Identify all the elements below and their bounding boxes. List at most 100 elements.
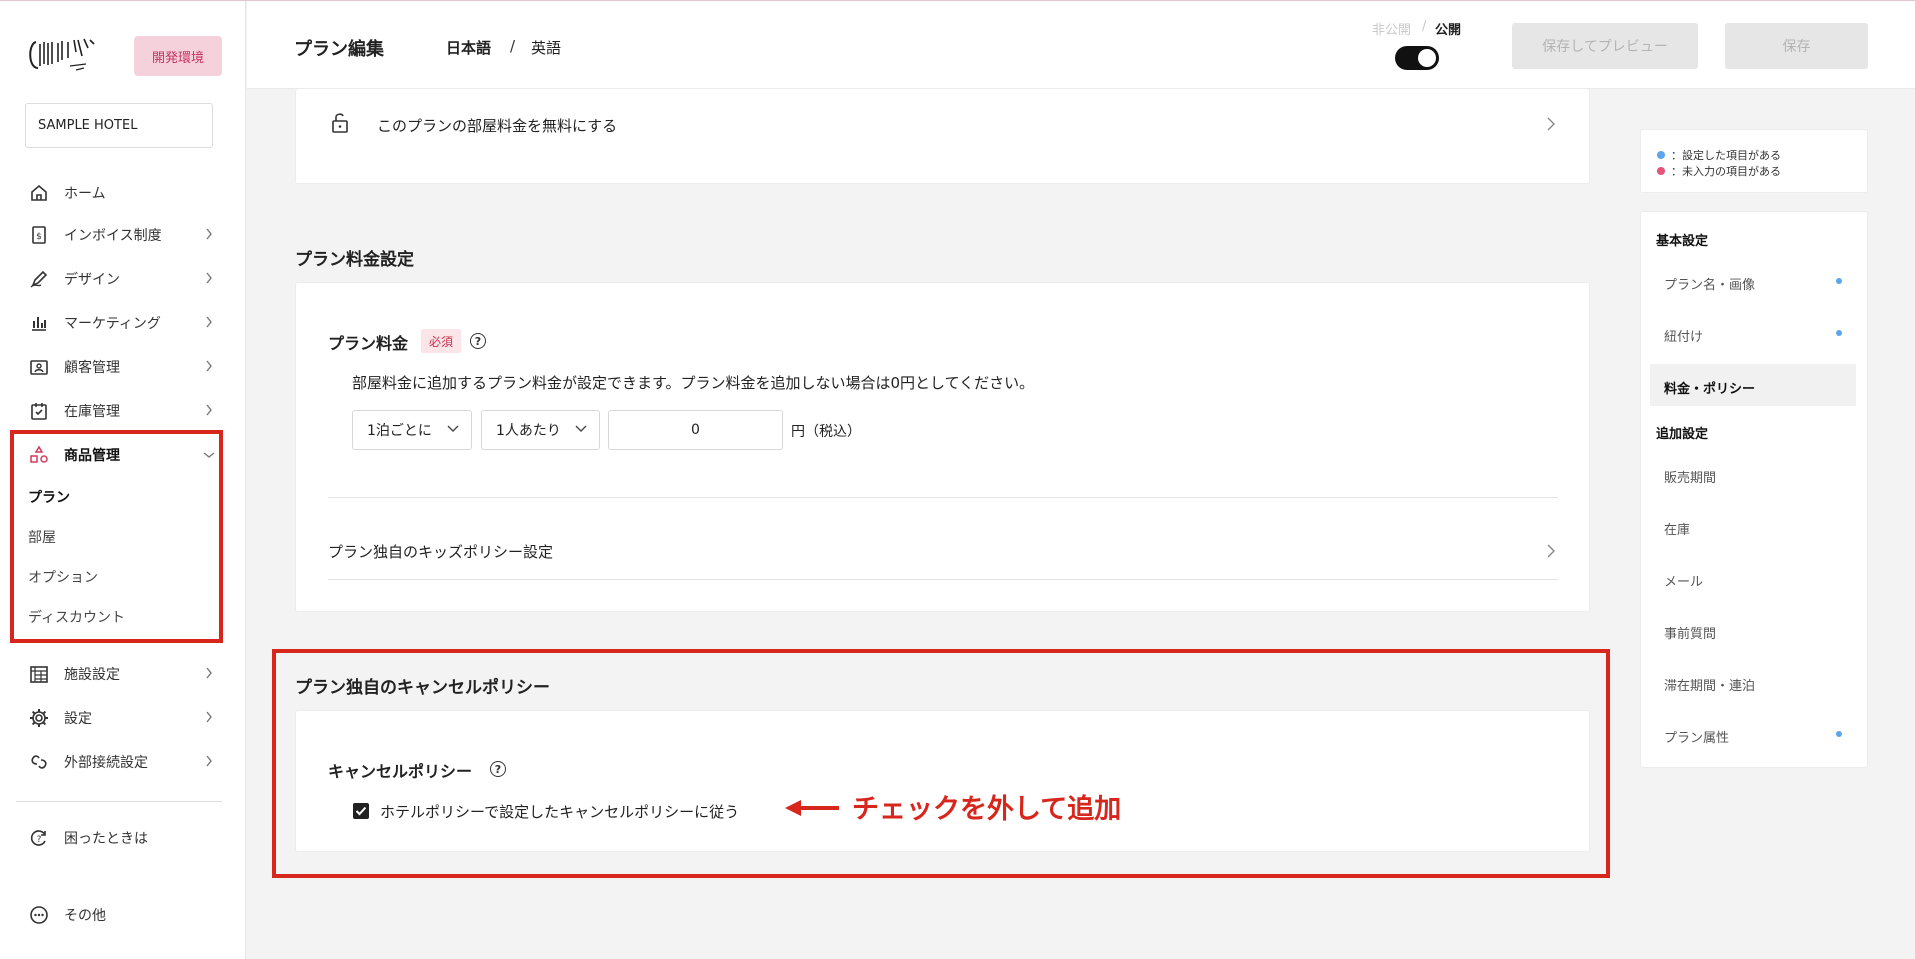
chevron-right-icon [206, 272, 212, 284]
legend-set-label: ：設定した項目がある [1671, 149, 1781, 162]
home-icon [28, 182, 50, 204]
page-title: プラン編集 [294, 39, 384, 60]
sidebar-item-label: 困ったときは [64, 831, 148, 847]
refresh-help-icon: ? [28, 827, 50, 849]
sidebar-item-label: 施設設定 [64, 667, 120, 683]
sidebar-item-customers[interactable]: 顧客管理 [28, 352, 218, 382]
nav-mail[interactable]: メール [1664, 571, 1703, 590]
required-badge: 必須 [421, 329, 461, 353]
sidebar-item-home[interactable]: ホーム [28, 178, 218, 208]
unlock-icon [330, 112, 350, 138]
sidebar-item-label: インボイス制度 [64, 228, 162, 244]
sidebar-item-label: 顧客管理 [64, 360, 120, 376]
kids-policy-row[interactable]: プラン独自のキッズポリシー設定 [328, 541, 553, 562]
chevron-right-icon [206, 755, 212, 767]
nav-plan-attributes[interactable]: プラン属性 [1664, 727, 1729, 746]
bar-chart-icon [28, 312, 50, 334]
divider [328, 579, 1558, 580]
link-icon [28, 751, 50, 773]
status-dot [1836, 278, 1842, 284]
svg-text:$: $ [36, 232, 42, 242]
chevron-down-icon [575, 425, 587, 432]
legend-set: ：設定した項目がある [1657, 147, 1781, 163]
language-english-tab[interactable]: 英語 [531, 37, 561, 58]
save-and-preview-button[interactable]: 保存してプレビュー [1512, 23, 1698, 69]
sidebar-item-invoice[interactable]: $ インボイス制度 [28, 220, 218, 250]
chevron-right-icon [206, 228, 212, 240]
sidebar-item-external[interactable]: 外部接続設定 [28, 747, 218, 777]
nav-plan-name-image[interactable]: プラン名・画像 [1664, 274, 1755, 293]
nav-price-policy[interactable]: 料金・ポリシー [1664, 378, 1755, 397]
contact-card-icon [28, 356, 50, 378]
price-section-title: プラン料金設定 [295, 250, 414, 270]
price-description: 部屋料金に追加するプラン料金が設定できます。プラン料金を追加しない場合は0円とし… [352, 374, 1035, 392]
sidebar-item-inventory[interactable]: 在庫管理 [28, 396, 218, 426]
toggle-knob [1418, 49, 1436, 67]
sidebar-item-help[interactable]: ? 困ったときは [28, 823, 218, 853]
pen-icon [28, 268, 50, 290]
sidebar-item-label: 設定 [64, 711, 92, 727]
building-icon [28, 663, 50, 685]
annotation-box-sidebar [10, 430, 223, 643]
invoice-icon: $ [28, 224, 50, 246]
chevron-down-icon [447, 425, 459, 432]
clipboard-check-icon [28, 400, 50, 422]
chevron-right-icon [206, 360, 212, 372]
chevron-right-icon[interactable] [1547, 544, 1555, 558]
help-icon[interactable]: ? [470, 333, 486, 349]
legend-card: ：設定した項目がある ：未入力の項目がある [1640, 129, 1868, 193]
published-label: 公開 [1435, 23, 1462, 38]
basic-settings-group: 基本設定 [1656, 234, 1709, 249]
annotation-box-cancel-policy [272, 649, 1610, 878]
sidebar-item-label: デザイン [64, 272, 120, 288]
sidebar-item-facility[interactable]: 施設設定 [28, 659, 218, 689]
save-button[interactable]: 保存 [1725, 23, 1868, 69]
sidebar-item-label: 在庫管理 [64, 404, 120, 420]
top-accent-line [0, 0, 1915, 1]
nav-pre-questions[interactable]: 事前質問 [1664, 623, 1716, 642]
language-separator: / [510, 37, 516, 55]
chevron-right-icon[interactable] [1547, 117, 1555, 131]
logo[interactable] [26, 34, 98, 78]
per-person-select-value: 1人あたり [496, 423, 561, 439]
nav-linking[interactable]: 紐付け [1664, 326, 1703, 345]
chevron-right-icon [206, 316, 212, 328]
per-night-select-value: 1泊ごとに [367, 423, 432, 439]
publish-separator: / [1422, 19, 1427, 34]
gear-icon [28, 707, 50, 729]
sidebar-item-marketing[interactable]: マーケティング [28, 308, 218, 338]
hotel-selector[interactable]: SAMPLE HOTEL [25, 103, 213, 148]
additional-settings-group: 追加設定 [1656, 427, 1709, 442]
page-header: プラン編集 日本語 / 英語 非公開 / 公開 保存してプレビュー 保存 [247, 1, 1915, 89]
chevron-right-icon [206, 404, 212, 416]
sidebar-item-label: 外部接続設定 [64, 755, 148, 771]
legend-missing: ：未入力の項目がある [1657, 163, 1781, 179]
sidebar-item-label: マーケティング [64, 316, 161, 332]
price-unit: 円（税込） [791, 424, 861, 440]
svg-text:?: ? [37, 835, 42, 845]
free-room-row[interactable]: このプランの部屋料金を無料にする [377, 115, 617, 136]
chevron-right-icon [206, 667, 212, 679]
divider [328, 497, 1558, 498]
sidebar-item-label: その他 [64, 908, 106, 924]
nav-sales-period[interactable]: 販売期間 [1664, 467, 1716, 486]
sidebar-item-settings[interactable]: 設定 [28, 703, 218, 733]
per-person-select[interactable]: 1人あたり [481, 410, 600, 450]
per-night-select[interactable]: 1泊ごとに [352, 410, 472, 450]
price-label: プラン料金 [328, 334, 409, 353]
nav-stay-period[interactable]: 滞在期間・連泊 [1664, 675, 1755, 694]
sidebar-divider [16, 801, 222, 802]
price-input[interactable] [608, 410, 783, 450]
more-icon [28, 904, 50, 926]
nav-inventory[interactable]: 在庫 [1664, 519, 1690, 538]
sidebar-item-other[interactable]: その他 [28, 900, 218, 930]
chevron-right-icon [206, 711, 212, 723]
legend-missing-label: ：未入力の項目がある [1671, 165, 1781, 178]
publish-toggle[interactable] [1395, 46, 1439, 70]
pink-dot-icon [1657, 167, 1665, 175]
sidebar-item-design[interactable]: デザイン [28, 264, 218, 294]
blue-dot-icon [1657, 151, 1665, 159]
sidebar-item-label: ホーム [64, 186, 106, 202]
status-dot [1836, 731, 1842, 737]
language-japanese-tab[interactable]: 日本語 [446, 37, 491, 58]
